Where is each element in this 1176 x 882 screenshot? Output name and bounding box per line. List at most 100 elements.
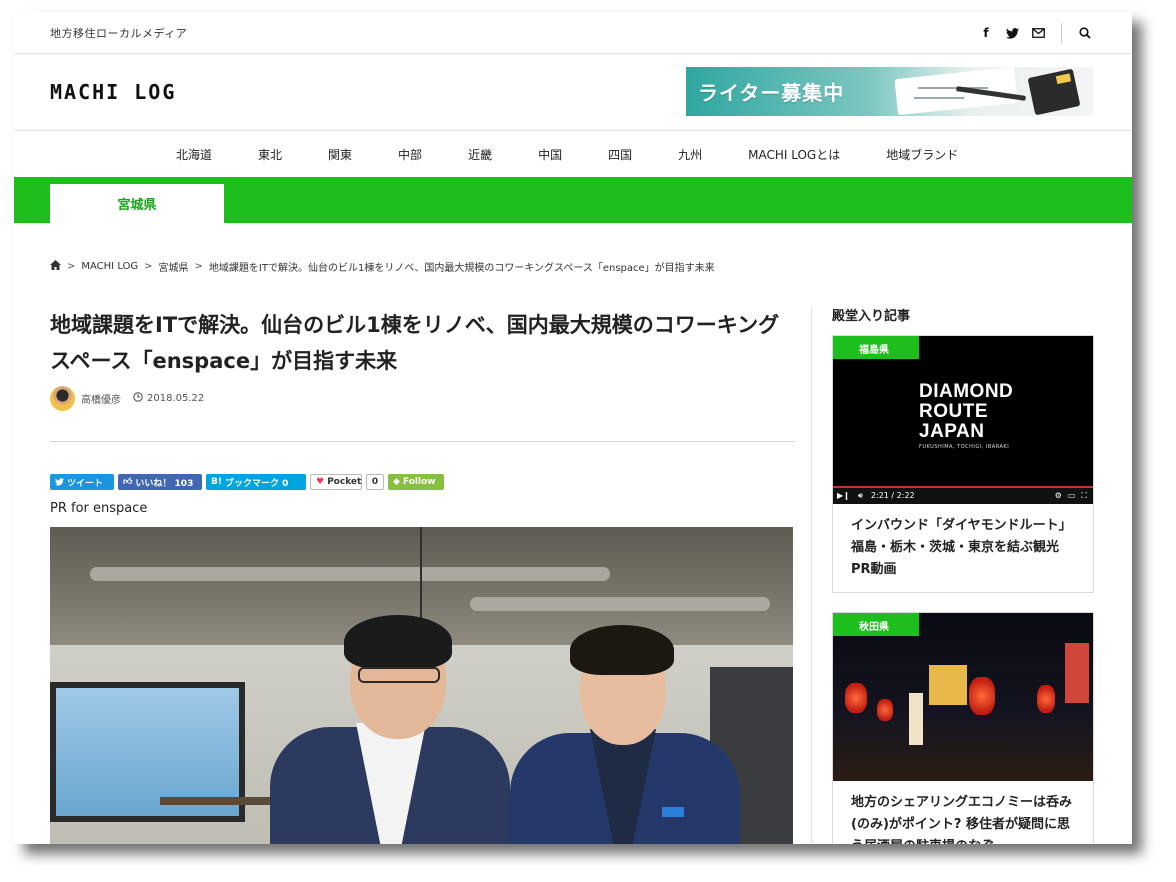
person-1-hair: [344, 615, 452, 669]
lantern-graphic: [845, 683, 867, 713]
site-header: MACHI LOG ライター募集中: [14, 54, 1132, 131]
photo-sign: [909, 693, 923, 745]
person-2-pocket-square: [662, 807, 684, 817]
video-progress-bar[interactable]: [833, 486, 1093, 488]
pr-label: PR for enspace: [50, 501, 148, 516]
nav-item-brand[interactable]: 地域ブランド: [886, 146, 958, 163]
tweet-button[interactable]: ツイート: [50, 474, 114, 490]
sidebar-divider: [811, 307, 812, 844]
hatena-icon: B!: [211, 477, 222, 487]
pocket-count: 0: [366, 474, 384, 490]
hatena-bookmark-button[interactable]: B! ブックマーク 0: [206, 474, 306, 490]
lantern-graphic: [969, 677, 995, 715]
pocket-button[interactable]: ♥ Pocket: [310, 474, 362, 490]
bookmark-label: ブックマーク 0: [224, 478, 289, 489]
title-divider: [50, 441, 795, 442]
video-controls-right: ⚙︎ ▭ ⛶: [1055, 491, 1087, 501]
chevron-right-icon: >: [194, 261, 203, 272]
izakaya-thumbnail[interactable]: 秋田県: [833, 613, 1093, 781]
video-title-line: JAPAN: [919, 421, 985, 442]
publish-date: 2018.05.22: [147, 393, 205, 404]
sidebar-title: 殿堂入り記事: [832, 309, 911, 324]
region-badge: 福島県: [833, 336, 919, 359]
site-tagline: 地方移住ローカルメディア: [50, 27, 188, 40]
home-icon[interactable]: [50, 260, 61, 273]
volume-icon[interactable]: 🔊︎: [858, 491, 863, 501]
follow-label: Follow: [402, 477, 436, 487]
article-meta: 高橋優彦 2018.05.22: [50, 386, 204, 411]
video-controls-left: ▶❙ 🔊︎ 2:21 / 2:22: [837, 491, 915, 501]
nav-item-chugoku[interactable]: 中国: [538, 146, 562, 163]
video-time: 2:21 / 2:22: [870, 491, 915, 500]
region-badge: 秋田県: [833, 613, 919, 636]
photo-duct: [90, 567, 610, 581]
theater-icon[interactable]: ▭: [1068, 491, 1076, 501]
main-nav: 北海道 東北 関東 中部 近畿 中国 四国 九州 MACHI LOGとは 地域ブ…: [14, 131, 1132, 177]
article-title: 地域課題をITで解決。仙台のビル1棟をリノベ、国内最大規模のコワーキングスペース…: [50, 313, 780, 373]
nav-item-kyushu[interactable]: 九州: [678, 146, 702, 163]
chevron-right-icon: >: [67, 261, 76, 272]
notebook-icon: [1027, 68, 1081, 116]
banner-line: [914, 97, 964, 99]
twitter-icon: [55, 478, 64, 486]
photo-duct: [470, 597, 770, 611]
person-2-hair: [570, 625, 674, 675]
author-name[interactable]: 高橋優彦: [81, 391, 121, 406]
nav-item-kinki[interactable]: 近畿: [468, 146, 492, 163]
play-icon[interactable]: ▶❙: [837, 491, 850, 501]
card-title[interactable]: 地方のシェアリングエコノミーは呑み(のみ)がポイント? 移住者が疑問に思う居酒屋…: [833, 781, 1093, 844]
nav-item-chubu[interactable]: 中部: [398, 146, 422, 163]
clock-icon: [133, 392, 143, 405]
top-bar: 地方移住ローカルメディア f: [14, 12, 1132, 54]
search-icon[interactable]: [1078, 26, 1092, 40]
twitter-icon[interactable]: [1005, 26, 1019, 40]
thumbs-up-icon: 👍︎: [123, 477, 133, 487]
nav-item-about[interactable]: MACHI LOGとは: [748, 146, 840, 163]
feedly-icon: ◆: [393, 477, 400, 487]
chevron-right-icon: >: [144, 261, 153, 272]
photo-window-glow: [929, 665, 967, 705]
tweet-label: ツイート: [67, 478, 104, 489]
pocket-label: Pocket: [327, 477, 362, 487]
pocket-icon: ♥: [316, 477, 325, 487]
banner-paper-graphic: [894, 67, 1018, 116]
breadcrumb-current: 地域課題をITで解決。仙台のビル1棟をリノベ、国内最大規模のコワーキングスペース…: [208, 263, 715, 274]
banner-text: ライター募集中: [698, 81, 845, 105]
author-avatar[interactable]: [50, 386, 75, 411]
site-logo[interactable]: MACHI LOG: [50, 80, 176, 104]
photo-neon: [1065, 643, 1089, 703]
article-hero-image: [50, 527, 793, 844]
person-1-glasses: [358, 667, 440, 683]
facebook-like-button[interactable]: 👍︎ いいね！ 103: [118, 474, 202, 490]
breadcrumb-item[interactable]: MACHI LOG: [81, 261, 138, 272]
video-title-line: ROUTE: [919, 401, 988, 422]
nav-item-shikoku[interactable]: 四国: [608, 146, 632, 163]
lantern-graphic: [877, 699, 893, 721]
breadcrumb: > MACHI LOG > 宮城県 > 地域課題をITで解決。仙台のビル1棟をリ…: [50, 259, 715, 274]
social-links: f: [979, 23, 1092, 43]
fullscreen-icon[interactable]: ⛶: [1081, 491, 1087, 501]
writer-recruit-banner[interactable]: ライター募集中: [686, 67, 1093, 116]
like-label: いいね！ 103: [135, 478, 194, 489]
sidebar-article-card[interactable]: 福島県 DIAMOND ROUTE JAPAN FUKUSHIMA, TOCHI…: [832, 335, 1094, 593]
video-title-line: DIAMOND: [919, 381, 1014, 402]
settings-icon[interactable]: ⚙︎: [1055, 491, 1062, 501]
video-thumbnail[interactable]: 福島県 DIAMOND ROUTE JAPAN FUKUSHIMA, TOCHI…: [833, 336, 1093, 504]
facebook-icon[interactable]: f: [979, 26, 993, 40]
card-title[interactable]: インバウンド「ダイヤモンドルート」福島・栃木・茨城・東京を結ぶ観光PR動画: [833, 504, 1093, 581]
region-bar: 宮城県: [14, 177, 1132, 223]
nav-item-hokkaido[interactable]: 北海道: [176, 146, 212, 163]
sidebar-article-card[interactable]: 秋田県 地方のシェアリングエコノミーは呑み(のみ)がポイント? 移住者が疑問に思…: [832, 612, 1094, 844]
mail-icon[interactable]: [1031, 26, 1045, 40]
browser-page: 地方移住ローカルメディア f MACHI LOG ライター募集中 北海道 東北 …: [14, 12, 1132, 844]
nav-item-tohoku[interactable]: 東北: [258, 146, 282, 163]
breadcrumb-item[interactable]: 宮城県: [159, 259, 189, 274]
social-divider: [1061, 23, 1062, 43]
tab-miyagi[interactable]: 宮城県: [50, 184, 224, 223]
lantern-graphic: [1037, 685, 1055, 713]
feedly-follow-button[interactable]: ◆ Follow: [388, 474, 444, 490]
share-buttons: ツイート 👍︎ いいね！ 103 B! ブックマーク 0 ♥ Pocket 0 …: [50, 474, 444, 490]
video-title: DIAMOND ROUTE JAPAN: [919, 382, 1013, 442]
nav-item-kanto[interactable]: 関東: [328, 146, 352, 163]
video-subtitle: FUKUSHIMA, TOCHIGI, IBARAKI: [919, 444, 1010, 450]
